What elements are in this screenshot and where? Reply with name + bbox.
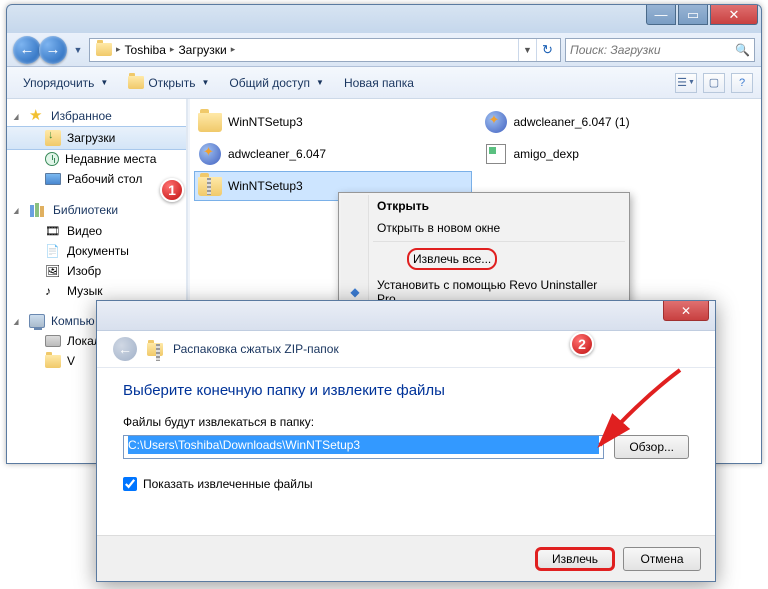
maximize-button[interactable]: ▭ [678, 5, 708, 25]
revo-icon: ◆ [347, 284, 363, 300]
new-folder-button[interactable]: Новая папка [336, 73, 422, 93]
zip-folder-icon [147, 343, 163, 356]
help-button[interactable]: ? [731, 73, 753, 93]
zip-folder-icon [198, 177, 222, 196]
sidebar-item-documents[interactable]: 📄Документы [7, 241, 186, 261]
picture-icon: 🖼 [45, 264, 61, 278]
cancel-button[interactable]: Отмена [623, 547, 701, 571]
dialog-heading: Выберите конечную папку и извлеките файл… [123, 382, 689, 399]
music-icon: ♪ [45, 284, 61, 298]
breadcrumb-seg[interactable]: Toshiba [121, 43, 170, 57]
share-button[interactable]: Общий доступ▼ [221, 73, 332, 93]
sidebar-item-music[interactable]: ♪Музык [7, 281, 186, 301]
video-icon: 🎞 [45, 224, 61, 238]
document-icon: 📄 [45, 244, 61, 258]
ctx-open[interactable]: Открыть [341, 195, 627, 217]
breadcrumb-separator-icon: ▸ [231, 44, 236, 55]
folder-icon [128, 76, 144, 89]
clock-icon [45, 152, 59, 166]
desktop-icon [45, 173, 61, 185]
forward-button[interactable]: → [39, 36, 67, 64]
callout-badge-1: 1 [160, 178, 184, 202]
computer-icon [29, 314, 45, 328]
back-button[interactable]: ← [13, 36, 41, 64]
file-name: adwcleaner_6.047 [228, 147, 326, 161]
nav-history-dropdown[interactable]: ▼ [71, 39, 85, 61]
dialog-header: ← Распаковка сжатых ZIP-папок [97, 331, 715, 368]
search-input[interactable] [570, 43, 731, 57]
ctx-open-new-window[interactable]: Открыть в новом окне [341, 217, 627, 239]
toolbar: Упорядочить▼ Открыть▼ Общий доступ▼ Нова… [7, 67, 761, 99]
file-name: adwcleaner_6.047 (1) [514, 115, 630, 129]
file-item[interactable]: adwcleaner_6.047 [194, 139, 472, 169]
dialog-back-button[interactable]: ← [113, 337, 137, 361]
dialog-close-button[interactable]: ✕ [663, 301, 709, 321]
nav-buttons: ← → [13, 36, 67, 64]
sidebar-item-desktop[interactable]: Рабочий стол [7, 169, 186, 189]
preview-pane-button[interactable]: ▢ [703, 73, 725, 93]
file-item[interactable]: WinNTSetup3 [194, 107, 472, 137]
sidebar-item-downloads[interactable]: Загрузки [7, 126, 186, 150]
download-icon [45, 130, 61, 146]
navbar: ← → ▼ ▸ Toshiba ▸ Загрузки ▸ ▼ ↻ 🔍 [7, 33, 761, 67]
minimize-button[interactable]: ― [646, 5, 676, 25]
folder-icon [96, 43, 112, 56]
ctx-separator [373, 241, 625, 242]
breadcrumb-seg[interactable]: Загрузки [174, 43, 230, 57]
drive-icon [45, 335, 61, 347]
sidebar-libraries[interactable]: Библиотеки [7, 199, 186, 221]
extract-dialog: ✕ ← Распаковка сжатых ZIP-папок Выберите… [96, 300, 716, 582]
checkbox-input[interactable] [123, 477, 137, 491]
dialog-title: Распаковка сжатых ZIP-папок [173, 342, 339, 356]
app-icon [485, 111, 507, 133]
context-menu: Открыть Открыть в новом окне Извлечь все… [338, 192, 630, 313]
sidebar-item-pictures[interactable]: 🖼Изобр [7, 261, 186, 281]
star-icon: ★ [29, 108, 45, 124]
titlebar: ― ▭ ✕ [7, 5, 761, 33]
file-item[interactable]: adwcleaner_6.047 (1) [480, 107, 758, 137]
libraries-icon [29, 202, 47, 218]
address-bar[interactable]: ▸ Toshiba ▸ Загрузки ▸ ▼ ↻ [89, 38, 561, 62]
dialog-path-label: Файлы будут извлекаться в папку: [123, 415, 689, 429]
file-name: WinNTSetup3 [228, 179, 303, 193]
ctx-extract-all[interactable]: Извлечь все... [341, 244, 627, 274]
refresh-button[interactable]: ↻ [536, 39, 558, 61]
callout-badge-2: 2 [570, 332, 594, 356]
view-options-button[interactable]: ☰▼ [675, 73, 697, 93]
extract-path-input[interactable]: C:\Users\Toshiba\Downloads\WinNTSetup3 [123, 435, 604, 459]
app-icon [199, 143, 221, 165]
dialog-titlebar: ✕ [97, 301, 715, 331]
search-icon: 🔍 [735, 43, 750, 57]
sidebar-item-recent[interactable]: Недавние места [7, 149, 186, 169]
sidebar-item-video[interactable]: 🎞Видео [7, 221, 186, 241]
app-icon [486, 144, 506, 164]
folder-icon [198, 113, 222, 132]
sidebar-favorites[interactable]: ★Избранное [7, 105, 186, 127]
file-name: amigo_dexp [514, 147, 579, 161]
folder-icon [45, 355, 61, 368]
checkbox-label: Показать извлеченные файлы [143, 477, 313, 491]
close-button[interactable]: ✕ [710, 5, 758, 25]
open-button[interactable]: Открыть▼ [120, 73, 217, 93]
browse-button[interactable]: Обзор... [614, 435, 689, 459]
show-extracted-checkbox[interactable]: Показать извлеченные файлы [123, 477, 689, 491]
file-item[interactable]: amigo_dexp [480, 139, 758, 169]
address-dropdown[interactable]: ▼ [518, 39, 536, 61]
dialog-footer: Извлечь Отмена [97, 535, 715, 581]
organize-button[interactable]: Упорядочить▼ [15, 73, 116, 93]
search-box[interactable]: 🔍 [565, 38, 755, 62]
extract-button[interactable]: Извлечь [535, 547, 615, 571]
file-name: WinNTSetup3 [228, 115, 303, 129]
